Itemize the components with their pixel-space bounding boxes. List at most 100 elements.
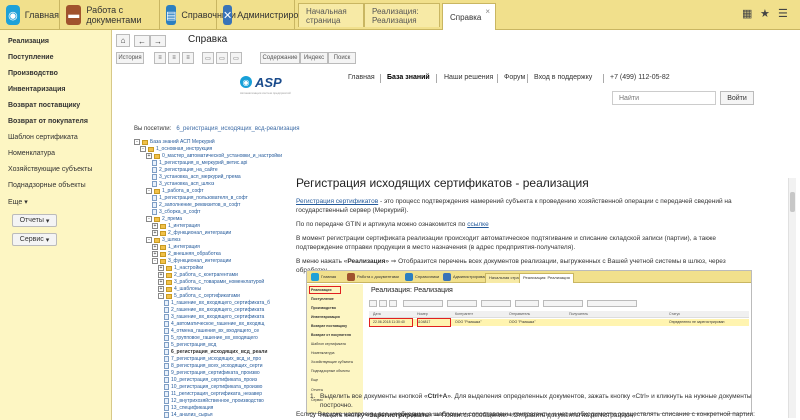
article-paragraph: Регистрация сертификатов - это процесс п… xyxy=(296,197,751,215)
nav-item-inventory[interactable]: Инвентаризация xyxy=(8,86,65,93)
reports-button-label: Отчеты xyxy=(19,217,44,224)
site-nav-support-login[interactable]: Вход в поддержку xyxy=(534,74,592,81)
search-button[interactable]: Поиск xyxy=(328,52,356,64)
login-button[interactable]: Войти xyxy=(720,91,754,105)
section-admin[interactable]: ✕ Администрирование xyxy=(217,0,323,30)
close-icon[interactable]: × xyxy=(485,7,490,16)
breadcrumb-link[interactable]: 6_регистрация_исходящих_всд-реализация xyxy=(176,126,299,132)
highlight-box xyxy=(417,318,451,327)
chevron-down-icon: ▾ xyxy=(45,236,50,244)
tools-icon: ✕ xyxy=(223,5,233,25)
back-button[interactable]: ← xyxy=(134,35,150,47)
list-text: Выделить все документы кнопкой « xyxy=(320,393,428,400)
list-bold: Ctrl+A xyxy=(427,393,448,400)
folder-icon xyxy=(160,223,166,229)
chevron-down-icon: ▾ xyxy=(45,217,50,225)
tab-help[interactable]: Справка × xyxy=(442,3,496,30)
nav-item-production[interactable]: Производство xyxy=(8,70,58,77)
index-button[interactable]: Индекс xyxy=(300,52,328,64)
logo-subtitle: Автоматизация систем предприятий xyxy=(240,91,291,95)
paragraph-text: По по передаче GTIN и артикула можно озн… xyxy=(296,221,468,228)
paragraph-text: В меню нажать « xyxy=(296,258,348,265)
gtin-link[interactable]: ссылке xyxy=(467,221,489,228)
folder-icon xyxy=(154,237,160,243)
document-icon xyxy=(164,412,169,418)
list-text: построчно. xyxy=(320,402,353,409)
list-number: 2. xyxy=(310,412,316,419)
history-button[interactable]: История xyxy=(116,52,144,64)
help-web-view: ◉ ASP Автоматизация систем предприятий Г… xyxy=(112,68,800,420)
service-button[interactable]: Сервис ▾ xyxy=(12,233,57,246)
nav-item-nomenclature[interactable]: Номенклатура xyxy=(8,150,55,157)
section-documents[interactable]: ▬ Работа с документами xyxy=(60,0,160,30)
folder-icon xyxy=(160,251,166,257)
shot-nav-item: Производство xyxy=(311,306,336,310)
nav-item-more-label: Еще xyxy=(8,199,23,206)
tab-realization[interactable]: Реализация: Реализация xyxy=(364,3,440,27)
nav-item-supervised[interactable]: Поднадзорные объекты xyxy=(8,182,86,189)
contents-button[interactable]: Содержание xyxy=(260,52,300,64)
folder-icon xyxy=(142,139,148,145)
grid-icon[interactable]: ▦ xyxy=(742,7,752,20)
reports-button[interactable]: Отчеты ▾ xyxy=(12,214,57,227)
folder-icon xyxy=(166,265,172,271)
shot-nav-item: Шаблон сертификата xyxy=(311,342,346,346)
list-text: » ⇒ Появится сообщение: «Отправить докум… xyxy=(428,412,636,419)
shot-nav-item: Еще xyxy=(311,378,319,382)
shot-nav-item: Отчеты xyxy=(311,388,324,392)
home-button[interactable]: ⌂ xyxy=(116,34,130,47)
shot-nav-item: Поступление xyxy=(311,297,334,301)
vertical-scrollbar[interactable] xyxy=(788,178,796,418)
asp-logo[interactable]: ◉ ASP xyxy=(240,75,296,90)
shot-section-label: Главная xyxy=(321,274,337,279)
folder-icon xyxy=(154,153,160,159)
shot-section-label: Работа с документами xyxy=(357,274,399,279)
help-toolbar: История ≡ ≡ ≡ ▭ ▭ ▭ Содержание Индекс По… xyxy=(112,52,800,66)
shot-cell: ООО "Ромашка" xyxy=(455,320,482,324)
site-nav-home[interactable]: Главная xyxy=(348,74,375,81)
site-nav-knowledge-base[interactable]: База знаний xyxy=(387,74,430,81)
home-icon: ◉ xyxy=(6,5,20,25)
book-icon: ▤ xyxy=(166,5,177,25)
tab-realization-label: Реализация: Реализация xyxy=(372,6,419,25)
list-icon[interactable]: ≡ xyxy=(168,52,180,64)
paragraph-bold: Реализация xyxy=(347,258,386,265)
nav-item-realization[interactable]: Реализация xyxy=(8,38,49,45)
save-icon[interactable]: ▭ xyxy=(216,52,228,64)
list-icon[interactable]: ≡ xyxy=(154,52,166,64)
folder-icon xyxy=(166,279,172,285)
article-paragraph: По по передаче GTIN и артикула можно озн… xyxy=(296,220,751,229)
menu-icon[interactable]: ☰ xyxy=(778,7,788,20)
print-icon[interactable]: ▭ xyxy=(202,52,214,64)
list-bold: Зарегистрировать xyxy=(369,412,429,419)
nav-item-return-buyer[interactable]: Возврат от покупателя xyxy=(8,118,88,125)
search-input[interactable] xyxy=(612,91,716,105)
nav-item-return-supplier[interactable]: Возврат поставщику xyxy=(8,102,80,109)
section-home[interactable]: ◉ Главная xyxy=(0,0,60,30)
nav-item-more[interactable]: Еще ▾ xyxy=(8,198,28,206)
nav-item-receipt[interactable]: Поступление xyxy=(8,54,54,61)
star-icon[interactable]: ★ xyxy=(760,7,770,20)
folder-icon xyxy=(160,230,166,236)
tree-item[interactable]: 14_анализ_сырья xyxy=(164,411,213,419)
shot-title: Реализация: Реализация xyxy=(371,287,453,294)
certificate-registration-link[interactable]: Регистрация сертификатов xyxy=(296,198,378,205)
site-nav-solutions[interactable]: Наши решения xyxy=(444,74,493,81)
tab-start-page[interactable]: Начальная страница xyxy=(298,3,364,27)
section-references[interactable]: ▤ Справочники xyxy=(160,0,236,30)
site-nav-forum[interactable]: Форум xyxy=(504,74,525,81)
copy-icon[interactable]: ▭ xyxy=(230,52,242,64)
list-item: построчно. xyxy=(320,402,353,409)
shot-cell: ООО "Ромашка" xyxy=(509,320,536,324)
site-nav-phone[interactable]: +7 (499) 112-05-82 xyxy=(610,74,670,81)
briefcase-icon xyxy=(347,273,355,281)
shot-col-header: Отправитель xyxy=(509,312,531,316)
paragraph-text: В момент регистрации сертификата реализа… xyxy=(296,235,717,251)
list-item: 1. Выделить все документы кнопкой «Ctrl+A… xyxy=(310,393,752,400)
highlight-box xyxy=(369,318,413,327)
scrollbar-thumb[interactable] xyxy=(790,192,795,212)
list-icon[interactable]: ≡ xyxy=(182,52,194,64)
nav-item-certificate-template[interactable]: Шаблон сертификата xyxy=(8,134,78,141)
forward-button[interactable]: → xyxy=(150,35,166,47)
nav-item-entities[interactable]: Хозяйствующие субъекты xyxy=(8,166,92,173)
